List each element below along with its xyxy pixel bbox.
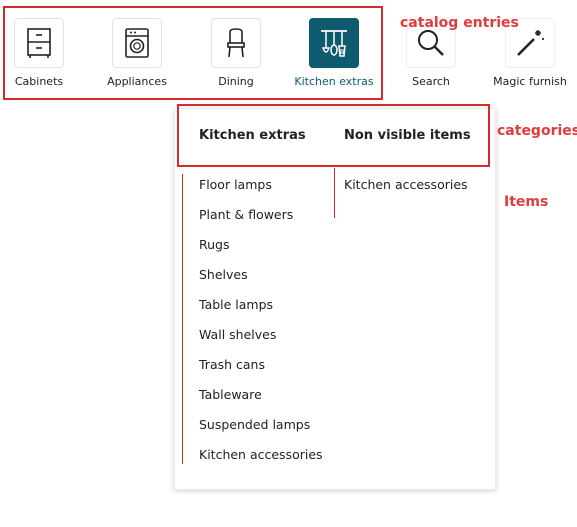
categories-annotation: categories xyxy=(497,123,577,139)
category-tab-non-visible-items[interactable]: Non visible items xyxy=(344,128,471,143)
list-item[interactable]: Suspended lamps xyxy=(199,417,310,432)
catalog-entries-annotation: catalog entries xyxy=(400,15,519,31)
list-item[interactable]: Tableware xyxy=(199,387,262,402)
column-divider xyxy=(334,168,335,218)
list-item[interactable]: Shelves xyxy=(199,267,248,282)
list-item[interactable]: Kitchen accessories xyxy=(344,177,468,192)
column-divider xyxy=(182,174,183,464)
items-annotation: Items xyxy=(504,194,549,210)
catalog-entry-label: Magic furnish xyxy=(493,75,567,88)
list-item[interactable]: Kitchen accessories xyxy=(199,447,323,462)
list-item[interactable]: Trash cans xyxy=(199,357,265,372)
list-item[interactable]: Wall shelves xyxy=(199,327,276,342)
list-item[interactable]: Floor lamps xyxy=(199,177,272,192)
list-item[interactable]: Table lamps xyxy=(199,297,273,312)
list-item[interactable]: Rugs xyxy=(199,237,230,252)
catalog-entry-label: Search xyxy=(412,75,450,88)
catalog-entries-annotation-box xyxy=(3,6,383,100)
category-tab-kitchen-extras[interactable]: Kitchen extras xyxy=(199,128,306,143)
list-item[interactable]: Plant & flowers xyxy=(199,207,293,222)
